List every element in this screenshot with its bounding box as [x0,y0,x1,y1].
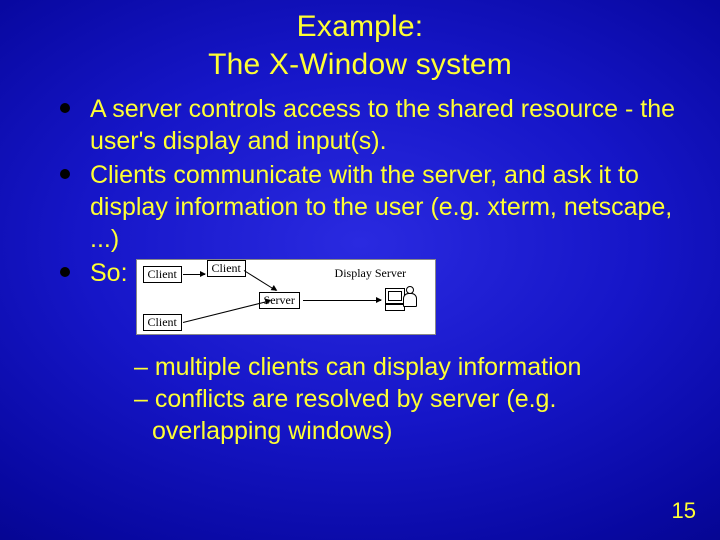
slide: Example: The X-Window system A server co… [0,0,720,540]
bullet-item: A server controls access to the shared r… [50,93,680,157]
slide-number: 15 [672,498,696,524]
title-line-2: The X-Window system [208,48,512,81]
sub-bullet-item: – conflicts are resolved by server (e.g.… [120,383,680,447]
sub-bullet-item: – multiple clients can display informati… [120,351,680,383]
bullet-text: So: [90,257,128,289]
bullet-item: Clients communicate with the server, and… [50,159,680,255]
arrow-icon [303,300,381,301]
diagram: Client Client Client Server Display Serv… [136,259,436,335]
bullet-icon [60,103,70,113]
bullet-text: A server controls access to the shared r… [90,95,675,155]
diagram-client-box-bot: Client [143,314,182,331]
bullet-item: So: Client Client Client Server Display … [50,257,680,335]
diagram-client-box-top: Client [143,266,182,283]
slide-title: Example: The X-Window system [0,0,720,83]
bullet-text: Clients communicate with the server, and… [90,161,672,253]
diagram-client-box-mid: Client [207,260,246,277]
sub-bullet-list: – multiple clients can display informati… [0,337,720,447]
title-line-1: Example: [297,10,424,43]
bullet-icon [60,267,70,277]
arrow-icon [183,274,205,275]
computer-user-icon [385,286,415,316]
diagram-display-server-label: Display Server [335,266,407,281]
slide-body: A server controls access to the shared r… [0,83,720,335]
arrow-icon [182,300,270,323]
bullet-list: A server controls access to the shared r… [50,93,680,335]
bullet-icon [60,169,70,179]
arrow-icon [243,270,276,291]
